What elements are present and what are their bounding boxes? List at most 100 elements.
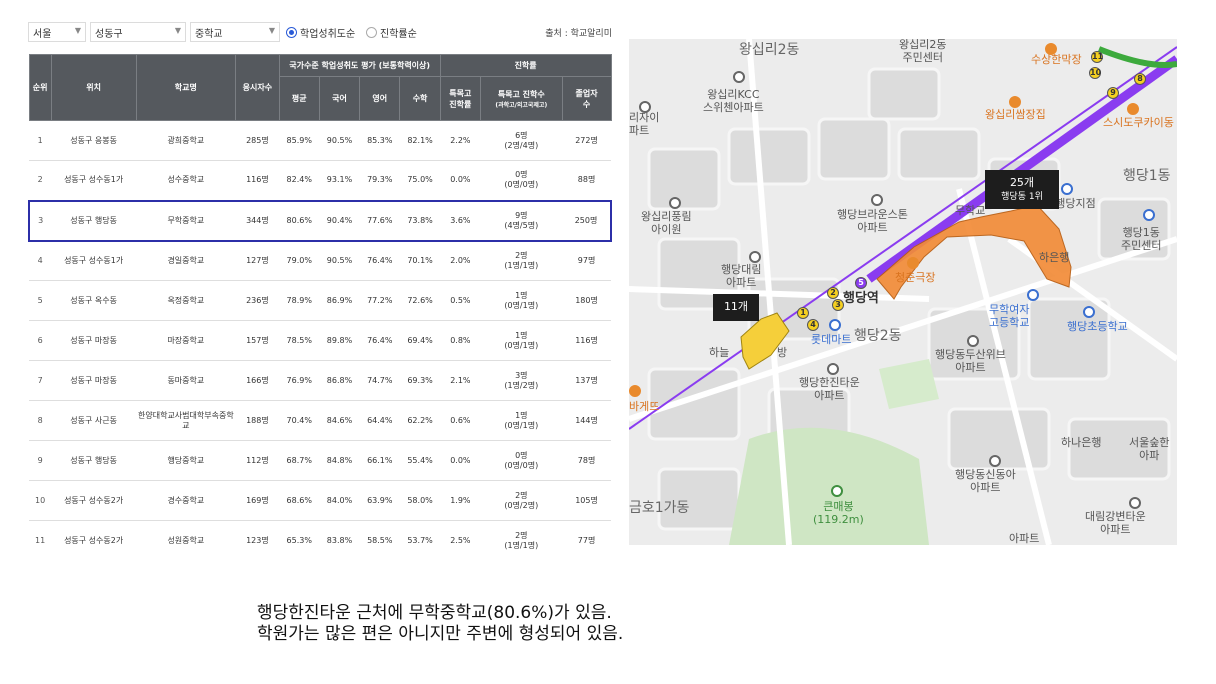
- header-school: 학교명: [135, 54, 237, 121]
- mountain-marker-icon[interactable]: [831, 485, 843, 497]
- cell-english: 79.3%: [359, 160, 400, 201]
- district-select[interactable]: 성동구 ▼: [90, 22, 186, 42]
- table-row[interactable]: 5 성동구 옥수동 옥정중학교 236명 78.9% 86.9% 77.2% 72.6% 0.5…: [29, 280, 611, 321]
- subway-station-5-icon[interactable]: 5: [855, 277, 867, 289]
- academy-rank: 행당동 1위: [1001, 191, 1043, 202]
- table-row[interactable]: 7 성동구 마장동 동마중학교 166명 76.9% 86.8% 74.7% 69.3% 2.1…: [29, 360, 611, 401]
- school-marker-icon[interactable]: [1027, 289, 1039, 301]
- cell-examinees: 157명: [235, 320, 280, 361]
- table-row[interactable]: 11 성동구 성수동2가 성원중학교 123명 65.3% 83.8% 58.5% 53.7%…: [29, 520, 611, 550]
- cell-location: 성동구 마장동: [51, 360, 137, 401]
- table-row[interactable]: 10 성동구 성수동2가 경수중학교 169명 68.6% 84.0% 63.9% 58.0%…: [29, 480, 611, 521]
- sort-radio-achievement[interactable]: 학업성취도순: [286, 25, 355, 40]
- cell-special-rate: 2.0%: [440, 240, 481, 281]
- apartment-marker-icon[interactable]: [1129, 497, 1141, 509]
- table-row[interactable]: 2 성동구 성수동1가 성수중학교 116명 82.4% 93.1% 79.3% 75.0% 0…: [29, 160, 611, 201]
- table-row[interactable]: 9 성동구 행당동 행당중학교 112명 68.7% 84.8% 66.1% 55.4% 0.0…: [29, 440, 611, 481]
- school-ranking-table: 순위 위치 학교명 응시자수 국가수준 학업성취도 평가 (보통학력이상) 진학…: [28, 54, 612, 550]
- apartment-marker-icon[interactable]: [871, 194, 883, 206]
- apartment-marker-icon[interactable]: [989, 455, 1001, 467]
- apartment-marker-icon[interactable]: [639, 101, 651, 113]
- cell-english: 77.6%: [359, 199, 400, 242]
- subway-station-9-icon[interactable]: 9: [1107, 87, 1119, 99]
- table-row[interactable]: 1 성동구 응봉동 광희중학교 285명 85.9% 90.5% 85.3% 82.1% 2.2…: [29, 120, 611, 161]
- cell-korean: 86.8%: [319, 360, 360, 401]
- map-label: 금호1가동: [629, 500, 690, 516]
- subway-station-3-icon[interactable]: 3: [832, 299, 844, 311]
- cell-graduates: 250명: [562, 199, 612, 242]
- cell-special-count: 9명 (4명/5명): [480, 199, 563, 242]
- subway-station-4-icon[interactable]: 4: [807, 319, 819, 331]
- mart-marker-icon[interactable]: [829, 319, 841, 331]
- table-row[interactable]: 6 성동구 마장동 마장중학교 157명 78.5% 89.8% 76.4% 69.4% 0.8…: [29, 320, 611, 361]
- map-label: 무학여자 고등학교: [989, 303, 1030, 329]
- table-row-highlighted[interactable]: 3 성동구 행당동 무학중학교 344명 80.6% 90.4% 77.6% 73.8% 3.6…: [28, 199, 612, 242]
- region-select[interactable]: 서울 ▼: [28, 22, 86, 42]
- header-special-count-sub: (과학고/외고국제고): [495, 101, 548, 109]
- cell-english: 85.3%: [359, 120, 400, 161]
- map-canvas: [629, 39, 1177, 545]
- special-detail: (4명/5명): [504, 220, 539, 230]
- cell-special-count: 0명 (0명/0명): [480, 440, 563, 481]
- special-detail: (1명/2명): [504, 380, 539, 390]
- subway-station-8-icon[interactable]: 8: [1134, 73, 1146, 85]
- map-label: 수상한막장: [1031, 53, 1082, 66]
- region-select-value: 서울: [33, 28, 52, 40]
- table-row[interactable]: 4 성동구 성수동1가 경일중학교 127명 79.0% 90.5% 76.4% 70.1% 2…: [29, 240, 611, 281]
- cell-graduates: 97명: [562, 240, 611, 281]
- apartment-marker-icon[interactable]: [733, 71, 745, 83]
- community-center-marker-icon[interactable]: [1143, 209, 1155, 221]
- map-label: 리자이 파트: [629, 111, 660, 137]
- subway-station-1-icon[interactable]: 1: [797, 307, 809, 319]
- cell-school: 행당중학교: [136, 440, 236, 481]
- special-count: 9명: [515, 210, 528, 220]
- cell-school: 광희중학교: [136, 120, 236, 161]
- park-area: [879, 359, 939, 409]
- level-select[interactable]: 중학교 ▼: [190, 22, 280, 42]
- subway-station-11-icon[interactable]: 11: [1091, 51, 1103, 63]
- cell-rank: 6: [29, 320, 52, 361]
- restaurant-marker-icon[interactable]: [1127, 103, 1139, 115]
- apartment-marker-icon[interactable]: [967, 335, 979, 347]
- district-select-value: 성동구: [95, 28, 123, 40]
- table-body: 1 성동구 응봉동 광희중학교 285명 85.9% 90.5% 85.3% 82.1% 2.2…: [28, 120, 612, 550]
- cell-rank: 8: [29, 400, 52, 441]
- area-map[interactable]: 왕십리2동 왕십리2동 주민센터 수상한막장 왕십리KCC 스위첸아파트 왕십리…: [629, 39, 1177, 545]
- cell-math: 82.1%: [399, 120, 441, 161]
- special-count: 1명: [515, 290, 528, 300]
- cell-special-count: 2명 (1명/1명): [480, 520, 563, 550]
- subway-station-10-icon[interactable]: 10: [1089, 67, 1101, 79]
- bank-marker-icon[interactable]: [1061, 183, 1073, 195]
- header-graduates: 졸업자 수: [561, 76, 612, 121]
- map-label: 행당동신동아 아파트: [955, 468, 1016, 494]
- academy-count-tag-high[interactable]: 25개 행당동 1위: [985, 170, 1059, 209]
- cell-english: 63.9%: [359, 480, 400, 521]
- cell-avg: 76.9%: [279, 360, 320, 401]
- apartment-marker-icon[interactable]: [749, 251, 761, 263]
- map-label: 바게뜨: [629, 400, 660, 413]
- apartment-marker-icon[interactable]: [669, 197, 681, 209]
- cell-english: 64.4%: [359, 400, 400, 441]
- school-marker-icon[interactable]: [1083, 306, 1095, 318]
- restaurant-marker-icon[interactable]: [1009, 96, 1021, 108]
- map-label: 행당한진타운 아파트: [799, 376, 860, 402]
- restaurant-marker-icon[interactable]: [1045, 43, 1057, 55]
- special-count: 3명: [515, 370, 528, 380]
- table-row[interactable]: 8 성동구 사근동 한양대학교사범대학부속중학교 188명 70.4% 84.6% 64.4…: [29, 400, 611, 441]
- theater-marker-icon[interactable]: [907, 257, 919, 269]
- header-english: 영어: [359, 76, 401, 121]
- cell-avg: 68.6%: [279, 480, 320, 521]
- apartment-marker-icon[interactable]: [827, 363, 839, 375]
- sort-radio-advance[interactable]: 진학률순: [366, 25, 417, 40]
- cell-math: 69.4%: [399, 320, 441, 361]
- cell-avg: 65.3%: [279, 520, 320, 550]
- academy-count-tag-low[interactable]: 11개: [713, 294, 759, 321]
- subway-station-2-icon[interactable]: 2: [827, 287, 839, 299]
- bakery-marker-icon[interactable]: [629, 385, 641, 397]
- cell-special-rate: 2.5%: [440, 520, 481, 550]
- cell-korean: 84.6%: [319, 400, 360, 441]
- cell-location: 성동구 옥수동: [51, 280, 137, 321]
- cell-math: 53.7%: [399, 520, 441, 550]
- cell-math: 70.1%: [399, 240, 441, 281]
- cell-location: 성동구 성수동1가: [51, 160, 137, 201]
